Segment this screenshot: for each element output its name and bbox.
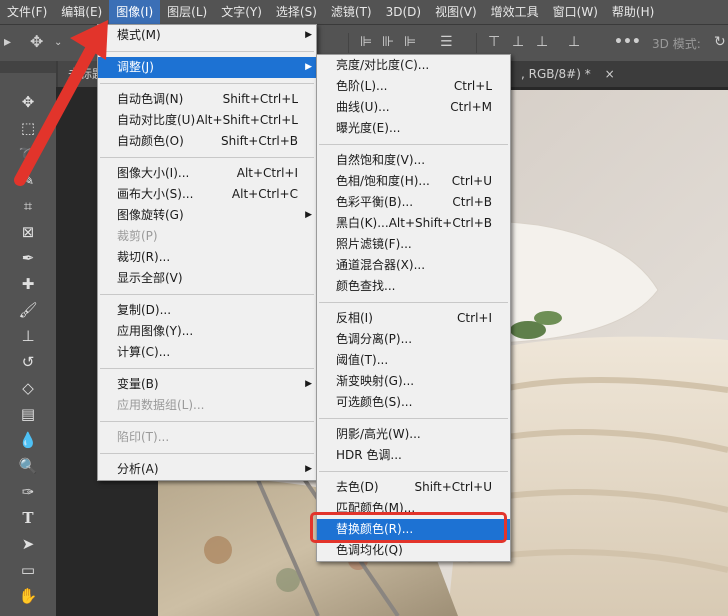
annotation-arrow (14, 20, 108, 186)
annotation-arrow-shaft (14, 34, 102, 186)
